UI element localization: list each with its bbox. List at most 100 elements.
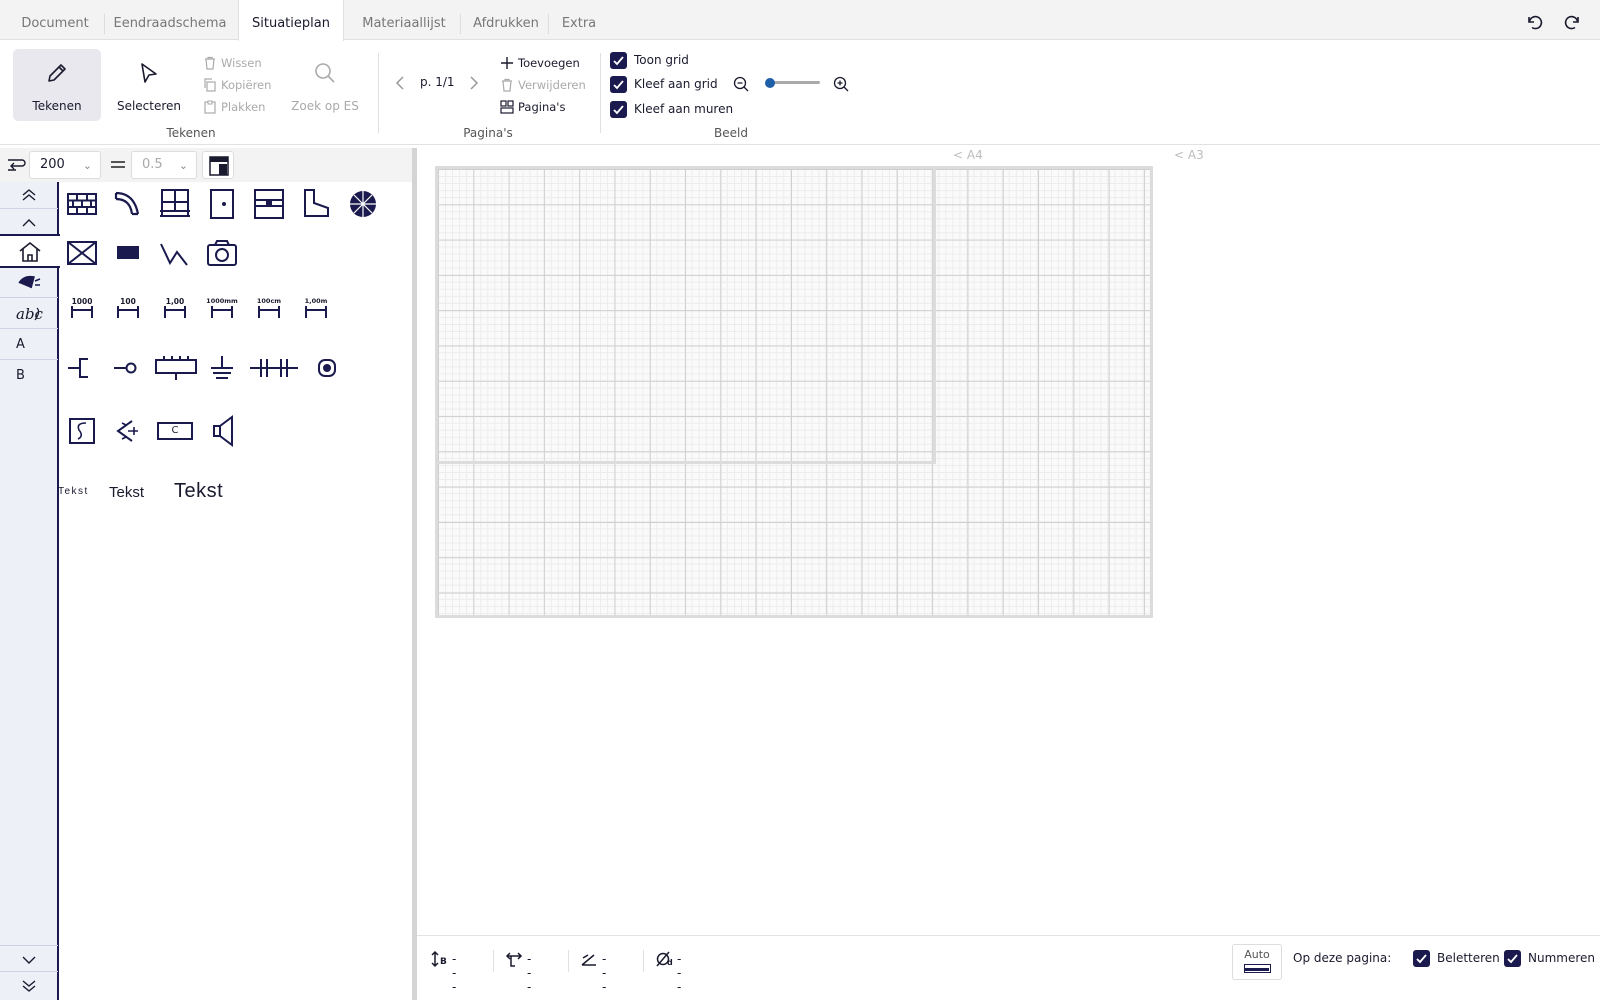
scale-select[interactable]: 200 ⌄	[29, 151, 101, 179]
tab-divider	[460, 14, 461, 34]
dimension-1-icon[interactable]: 1,00	[155, 294, 195, 334]
scroll-top-button[interactable]	[0, 182, 58, 209]
wrap-icon[interactable]	[6, 156, 26, 174]
text-small-sample[interactable]: Tekst	[58, 486, 89, 497]
scale-value: 200	[40, 157, 65, 172]
checkbox-checked-icon	[610, 101, 627, 118]
checkbox-checked-icon	[1504, 950, 1521, 967]
zigzag-line-icon[interactable]	[155, 233, 195, 273]
dimension-label: 1,00	[165, 297, 185, 306]
tab-situatieplan[interactable]: Situatieplan	[238, 0, 344, 41]
zoom-out-icon[interactable]	[733, 76, 749, 92]
speaker-icon[interactable]	[202, 411, 242, 451]
scroll-down-button[interactable]	[0, 945, 58, 972]
svg-text:abc: abc	[16, 305, 43, 323]
pages-label: Pagina's	[518, 100, 566, 114]
scroll-up-button[interactable]	[0, 209, 58, 236]
door-icon[interactable]	[202, 184, 242, 224]
camera-icon[interactable]	[202, 233, 242, 273]
category-symbols[interactable]	[0, 268, 58, 298]
show-grid-label: Toon grid	[634, 53, 689, 67]
offset-value: ---	[527, 952, 532, 994]
symbol-palette: 1000 100 1,00 1000mm 100cm 1,00m C Tekst…	[58, 182, 412, 1000]
scroll-bottom-button[interactable]	[0, 972, 58, 1000]
category-b[interactable]: B	[0, 361, 58, 391]
filled-rectangle-icon[interactable]	[108, 233, 148, 273]
number-checkbox-text: Nummeren	[1528, 951, 1596, 965]
group-label-beeld: Beeld	[714, 126, 748, 140]
undo-icon[interactable]	[1524, 12, 1546, 34]
tab-materiaallijst[interactable]: Materiaallijst	[350, 0, 458, 40]
ribbon: Tekenen Selecteren Wissen Kopiëren Plakk…	[0, 41, 1600, 145]
category-handwriting[interactable]: abc	[0, 299, 58, 329]
a4-label: < A4	[953, 148, 983, 162]
ceiling-fan-icon[interactable]	[343, 184, 383, 224]
add-page-label: Toevoegen	[518, 56, 580, 70]
search-es-button[interactable]: Zoek op ES	[281, 49, 369, 121]
zoom-in-icon[interactable]	[833, 76, 849, 92]
envelope-icon[interactable]	[62, 233, 102, 273]
tab-eendraadschema[interactable]: Eendraadschema	[108, 0, 232, 40]
switch-point-icon[interactable]	[108, 348, 148, 388]
text-medium-sample[interactable]: Tekst	[109, 484, 144, 501]
label-checkbox-text: Beletteren	[1437, 951, 1500, 965]
auto-style-button[interactable]: Auto	[1232, 944, 1282, 980]
tab-divider	[104, 14, 105, 34]
ground-icon[interactable]	[202, 348, 242, 388]
dimension-label: 100	[120, 297, 136, 306]
zoom-slider[interactable]	[762, 78, 822, 88]
curved-wall-icon[interactable]	[108, 184, 148, 224]
thermostat-icon[interactable]	[62, 411, 102, 451]
text-large-sample[interactable]: Tekst	[174, 480, 223, 503]
select-button[interactable]: Selecteren	[105, 49, 193, 121]
push-button-icon[interactable]	[308, 348, 348, 388]
dimension-100-icon[interactable]: 100	[108, 294, 148, 334]
chevron-up-icon	[22, 219, 36, 227]
tab-extra[interactable]: Extra	[552, 0, 606, 40]
handwriting-icon: abc	[16, 305, 44, 323]
tab-afdrukken[interactable]: Afdrukken	[462, 0, 550, 40]
auto-label: Auto	[1244, 948, 1270, 961]
drawing-canvas[interactable]: < A4 < A3	[417, 148, 1600, 935]
dimension-label: 100cm	[256, 297, 282, 305]
dimension-100cm-icon[interactable]: 100cm	[249, 294, 289, 334]
fill-color-icon	[209, 156, 229, 176]
socket-outlet-icon[interactable]	[62, 348, 102, 388]
svg-text:B: B	[440, 957, 447, 967]
category-building[interactable]	[0, 234, 60, 268]
a4-page-frame	[435, 166, 936, 464]
motion-detector-icon[interactable]	[108, 411, 148, 451]
next-page-icon[interactable]	[468, 75, 482, 93]
double-capacitor-icon[interactable]	[248, 348, 300, 388]
diameter-value: ---	[677, 952, 682, 994]
cursor-icon	[141, 63, 157, 83]
search-es-label: Zoek op ES	[291, 99, 359, 113]
dimension-1000mm-icon[interactable]: 1000mm	[202, 294, 242, 334]
redo-icon[interactable]	[1563, 12, 1585, 34]
checkbox-checked-icon	[610, 52, 627, 69]
draw-button[interactable]: Tekenen	[13, 49, 101, 121]
prev-page-icon[interactable]	[394, 75, 408, 93]
distribution-board-icon[interactable]	[154, 348, 198, 388]
color-picker-button[interactable]	[202, 151, 234, 179]
dimension-1m-icon[interactable]: 1,00m	[296, 294, 336, 334]
chevron-down-icon: ⌄	[82, 159, 92, 172]
group-label-paginas: Pagina's	[463, 126, 513, 140]
category-a[interactable]: A	[0, 330, 58, 360]
zoom-slider-handle[interactable]	[764, 78, 775, 88]
stairs-icon[interactable]	[296, 184, 336, 224]
diameter-icon: d	[656, 951, 673, 967]
copy-icon	[204, 78, 216, 92]
line-width-value: 0.5	[142, 157, 163, 172]
window-icon[interactable]	[155, 184, 195, 224]
pencil-icon	[48, 64, 66, 82]
search-icon	[315, 63, 335, 83]
cabinet-icon[interactable]	[249, 184, 289, 224]
line-style-icon	[1244, 964, 1271, 973]
chevron-down-icon	[22, 956, 36, 964]
status-bar: B --- --- --- d --- Auto Op deze pagina:…	[417, 935, 1600, 1000]
tab-document[interactable]: Document	[10, 0, 100, 40]
dimension-1000-icon[interactable]: 1000	[62, 294, 102, 334]
line-width-select[interactable]: 0.5 ⌄	[131, 151, 197, 179]
brick-wall-icon[interactable]	[62, 184, 102, 224]
